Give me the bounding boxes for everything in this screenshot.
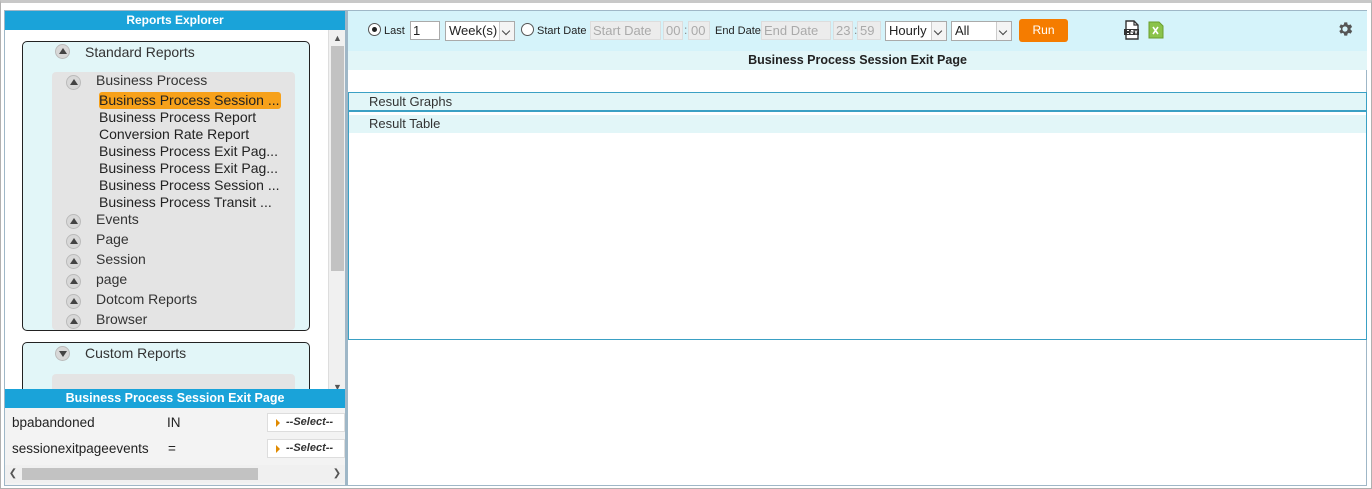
period-value: Week(s) (449, 23, 498, 38)
expand-icon[interactable] (55, 346, 70, 361)
result-table-header[interactable]: Result Table (349, 115, 1366, 133)
chevron-down-icon (499, 22, 514, 40)
start-date-radio[interactable] (521, 23, 534, 36)
standard-reports-box: Standard Reports Business Process Busine… (22, 41, 310, 331)
param-operator: IN (167, 415, 181, 430)
filter-select[interactable]: All (951, 21, 1012, 41)
time-colon: : (684, 23, 688, 37)
tree-node-page[interactable]: Page (96, 229, 129, 249)
tree-node-page-lower[interactable]: page (96, 269, 127, 289)
tree-leaf[interactable]: Business Process Exit Pag... (99, 160, 281, 177)
csv-export-icon[interactable] (1123, 20, 1140, 40)
custom-reports-label[interactable]: Custom Reports (85, 343, 186, 363)
gear-icon[interactable] (1336, 20, 1354, 38)
collapse-icon[interactable] (66, 274, 81, 289)
tree-leaf[interactable]: Business Process Report (99, 109, 281, 126)
tree-leaf[interactable]: Conversion Rate Report (99, 126, 281, 143)
start-date-label: Start Date (537, 25, 587, 37)
tree-node-session[interactable]: Session (96, 249, 146, 269)
tree-node-events[interactable]: Events (96, 209, 139, 229)
start-minute-input[interactable]: 00 (688, 21, 710, 40)
collapse-icon[interactable] (66, 254, 81, 269)
horizontal-scrollbar[interactable]: ❮ ❯ (5, 465, 345, 483)
end-date-label: End Date (715, 25, 761, 37)
results-container: Result Graphs Result Table (348, 92, 1367, 340)
last-count-input[interactable]: 1 (410, 21, 440, 40)
tree-leaf-selected[interactable]: Business Process Session ... (99, 92, 281, 109)
left-panel: Reports Explorer Standard Reports Busine… (4, 10, 346, 486)
end-minute-input[interactable]: 59 (857, 21, 881, 40)
right-panel: Last 1 Week(s) Start Date Start Date 00 … (346, 10, 1367, 486)
collapse-icon[interactable] (55, 44, 70, 59)
result-graphs-header[interactable]: Result Graphs (349, 93, 1366, 112)
collapse-icon[interactable] (66, 314, 81, 329)
scroll-left-icon[interactable]: ❮ (5, 465, 21, 483)
collapse-icon[interactable] (66, 214, 81, 229)
end-hour-input[interactable]: 23 (833, 21, 853, 40)
custom-reports-box: Custom Reports (22, 342, 310, 395)
reports-tree: Standard Reports Business Process Busine… (5, 30, 345, 395)
granularity-select[interactable]: Hourly (885, 21, 947, 41)
tree-node-dotcom-reports[interactable]: Dotcom Reports (96, 289, 197, 309)
page-title: Business Process Session Exit Page (348, 51, 1367, 70)
param-name: bpabandoned (12, 415, 95, 430)
parameters-title: Business Process Session Exit Page (5, 389, 345, 408)
collapse-icon[interactable] (66, 294, 81, 309)
excel-export-icon[interactable] (1147, 20, 1164, 40)
period-select[interactable]: Week(s) (445, 21, 515, 41)
report-toolbar: Last 1 Week(s) Start Date Start Date 00 … (348, 11, 1367, 51)
last-label: Last (384, 25, 405, 37)
start-hour-input[interactable]: 00 (663, 21, 683, 40)
scroll-right-icon[interactable]: ❯ (329, 465, 345, 483)
start-date-input[interactable]: Start Date (590, 21, 661, 40)
scroll-thumb[interactable] (22, 468, 258, 480)
end-date-input[interactable]: End Date (761, 21, 831, 40)
granularity-value: Hourly (889, 23, 927, 38)
scroll-up-icon[interactable]: ▲ (329, 30, 345, 46)
param-name: sessionexitpageevents (12, 441, 149, 456)
last-radio[interactable] (368, 23, 381, 36)
param-operator: = (168, 441, 176, 456)
vertical-scrollbar[interactable]: ▲ ▼ (328, 30, 345, 395)
tree-leaf[interactable]: Business Process Exit Pag... (99, 143, 281, 160)
standard-reports-label[interactable]: Standard Reports (85, 42, 195, 62)
param-select[interactable]: --Select-- (267, 413, 345, 432)
reports-explorer-title: Reports Explorer (5, 11, 345, 30)
collapse-icon[interactable] (66, 75, 81, 90)
param-row: bpabandoned IN --Select-- (5, 411, 345, 435)
tree-leaf[interactable]: Business Process Session ... (99, 177, 281, 194)
run-button[interactable]: Run (1019, 19, 1068, 42)
collapse-icon[interactable] (66, 234, 81, 249)
param-row: sessionexitpageevents = --Select-- (5, 437, 345, 461)
tree-node-business-process[interactable]: Business Process (96, 70, 207, 90)
tree-node-browser[interactable]: Browser (96, 309, 147, 329)
filter-value: All (955, 23, 970, 38)
chevron-down-icon (931, 22, 946, 40)
param-select[interactable]: --Select-- (267, 439, 345, 458)
chevron-down-icon (996, 22, 1011, 40)
scroll-thumb[interactable] (331, 46, 344, 271)
